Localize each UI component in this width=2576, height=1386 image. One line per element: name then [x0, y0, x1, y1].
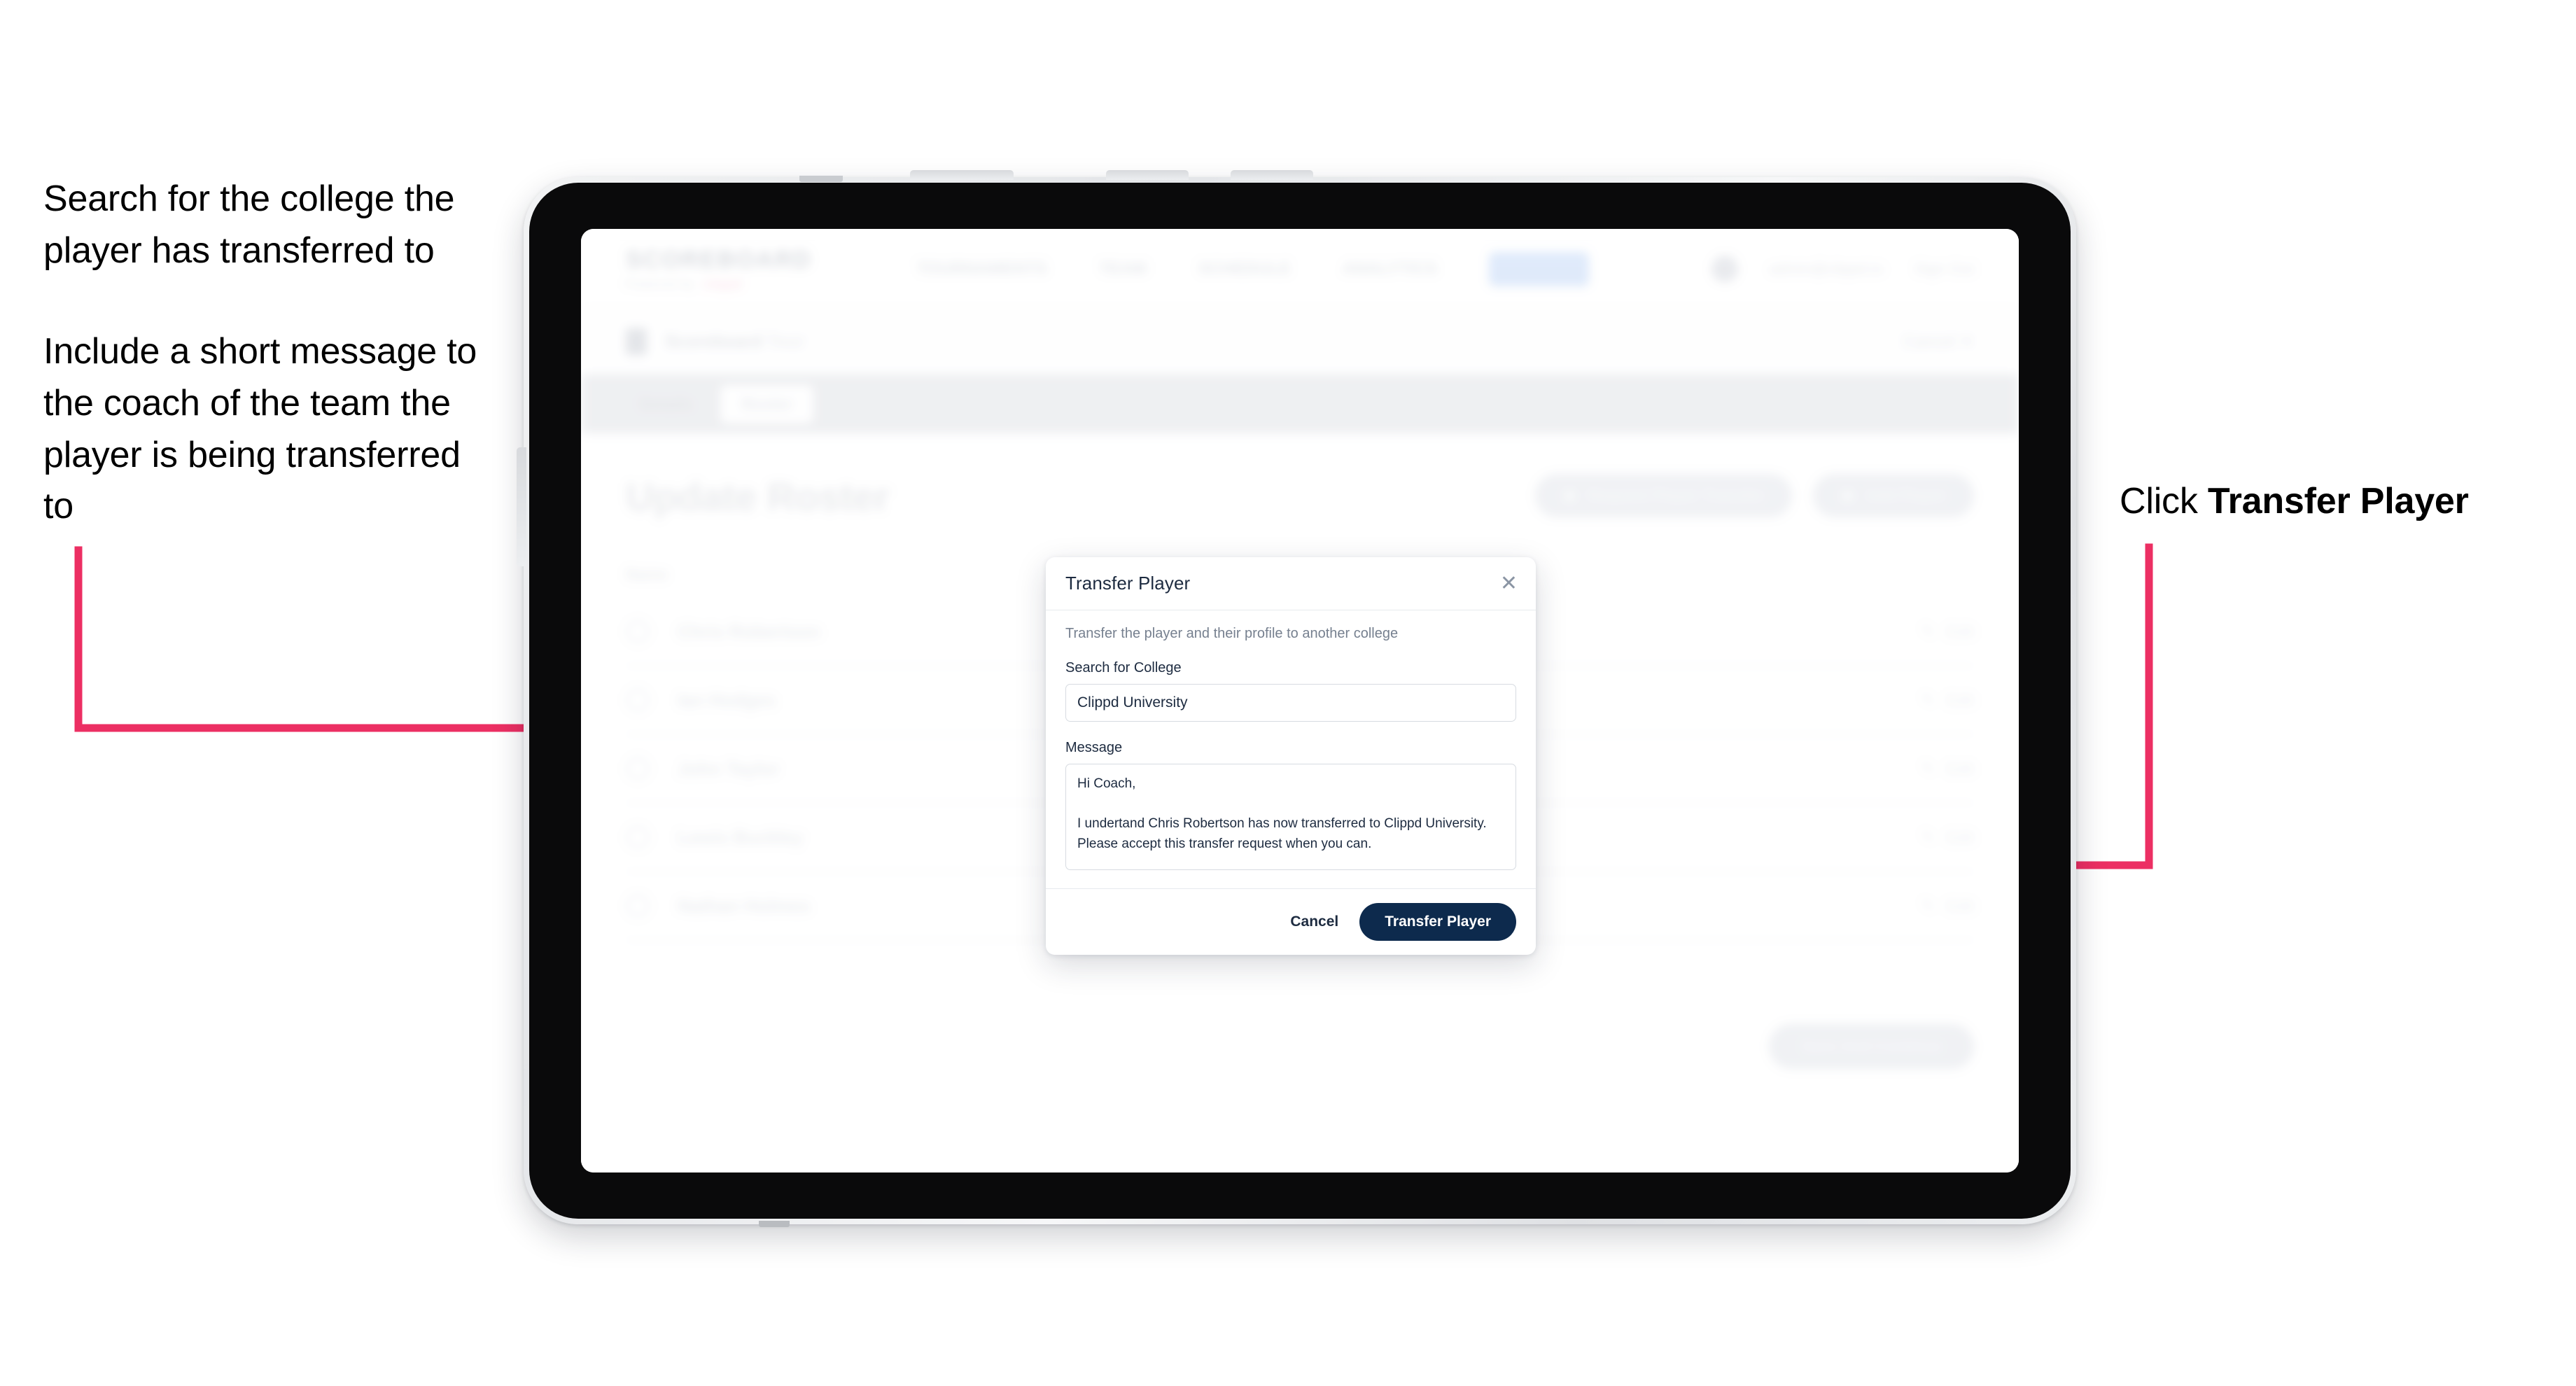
- power-button[interactable]: [910, 170, 1014, 180]
- screenshot-canvas: Search for the college the player has tr…: [0, 0, 2576, 1386]
- annotation-left-search-college: Search for the college the player has tr…: [43, 178, 455, 271]
- camera-notch: [799, 176, 843, 182]
- tablet-device-frame: SCOREBOARD Powered by clippd TOURNAMENTS…: [517, 170, 2076, 1227]
- dialog-title: Transfer Player: [1065, 573, 1191, 594]
- microphone-port: [759, 1221, 790, 1227]
- message-label: Message: [1065, 740, 1123, 755]
- annotation-right-bold: Transfer Player: [2207, 481, 2469, 522]
- dialog-footer: Cancel Transfer Player: [1046, 888, 1536, 955]
- volume-down-button[interactable]: [1231, 170, 1313, 180]
- dialog-body: Transfer the player and their profile to…: [1046, 610, 1536, 888]
- tablet-screen: SCOREBOARD Powered by clippd TOURNAMENTS…: [581, 229, 2019, 1172]
- dialog-header: Transfer Player ✕: [1046, 557, 1536, 610]
- search-college-label: Search for College: [1065, 660, 1182, 676]
- message-textarea[interactable]: Hi Coach, I undertand Chris Robertson ha…: [1065, 764, 1516, 870]
- search-college-input[interactable]: Clippd University: [1065, 684, 1516, 722]
- tablet-bezel: SCOREBOARD Powered by clippd TOURNAMENTS…: [529, 183, 2071, 1219]
- annotation-left-include-message: Include a short message to the coach of …: [43, 331, 477, 527]
- side-button[interactable]: [517, 447, 526, 566]
- transfer-player-button[interactable]: Transfer Player: [1359, 903, 1516, 941]
- cancel-button[interactable]: Cancel: [1290, 913, 1338, 930]
- annotation-right-click-transfer: Click Transfer Player: [2120, 476, 2568, 528]
- close-icon[interactable]: ✕: [1500, 573, 1518, 594]
- message-field-group: Message Hi Coach, I undertand Chris Robe…: [1065, 740, 1516, 870]
- annotation-right-prefix: Click: [2120, 481, 2208, 522]
- volume-up-button[interactable]: [1106, 170, 1189, 180]
- dialog-description: Transfer the player and their profile to…: [1065, 626, 1399, 641]
- transfer-player-dialog: Transfer Player ✕ Transfer the player an…: [1046, 557, 1536, 955]
